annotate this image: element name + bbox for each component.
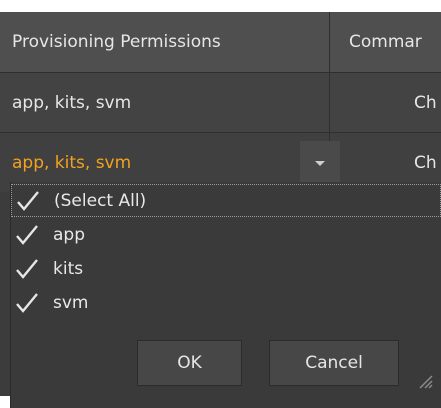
table-row[interactable]: app, kits, svm Ch [0, 72, 441, 133]
chevron-down-icon [315, 160, 325, 166]
list-item-label: kits [53, 258, 84, 279]
command-cell[interactable]: Ch [331, 73, 441, 133]
list-item-label: svm [53, 292, 89, 313]
checkbox[interactable] [16, 190, 40, 212]
list-item-app[interactable]: app [11, 218, 441, 251]
column-header-provisioning-permissions[interactable]: Provisioning Permissions [0, 12, 330, 72]
list-item-svm[interactable]: svm [11, 286, 441, 319]
checkbox[interactable] [15, 224, 39, 246]
checkmark-icon [16, 224, 38, 245]
ok-button[interactable]: OK [137, 340, 242, 386]
resize-grip-icon[interactable] [412, 368, 434, 390]
list-item-kits[interactable]: kits [11, 252, 441, 285]
list-item-label: (Select All) [54, 190, 147, 211]
cancel-button[interactable]: Cancel [269, 340, 399, 386]
grid-header: Provisioning Permissions Commar [0, 12, 441, 72]
list-item-label: app [53, 224, 85, 245]
checkmark-icon [17, 190, 39, 211]
checkbox[interactable] [15, 258, 39, 280]
checkmark-icon [16, 292, 38, 313]
command-cell-text: Ch [414, 93, 437, 113]
checkmark-icon [16, 258, 38, 279]
permissions-grid: Provisioning Permissions Commar app, kit… [0, 12, 441, 408]
list-item-select-all[interactable]: (Select All) [11, 184, 441, 217]
checkbox[interactable] [15, 292, 39, 314]
column-header-command[interactable]: Commar [331, 12, 441, 72]
permissions-cell[interactable]: app, kits, svm [0, 73, 330, 133]
